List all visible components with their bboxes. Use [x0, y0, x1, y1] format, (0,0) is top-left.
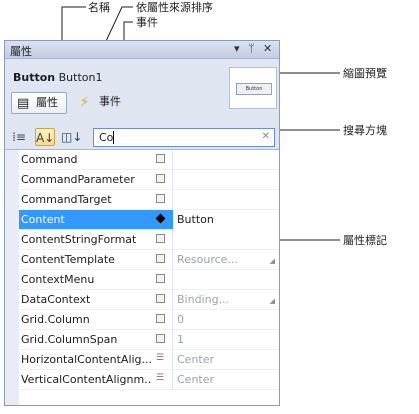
- object-instance-name: Button1: [58, 71, 103, 84]
- callout-search-box: 搜尋方塊: [343, 124, 387, 137]
- property-name: ContextMenu: [21, 273, 95, 286]
- panel-titlebar: 屬性 ▾ ᛘ ✕: [5, 41, 279, 59]
- properties-panel: 屬性 ▾ ᛘ ✕ Button Button1 ▤ 屬性 ⚡ 事件 Button…: [4, 40, 280, 406]
- property-value[interactable]: Center: [177, 373, 214, 386]
- column-separator: [172, 190, 173, 210]
- property-row[interactable]: Command: [19, 150, 279, 170]
- panel-toolbar: ⁞≡ A↓ ◫↓ Co ✕: [5, 126, 279, 150]
- property-name: ContentStringFormat: [21, 233, 137, 246]
- thumbnail-button: Button: [236, 83, 272, 95]
- column-separator: [172, 290, 173, 310]
- close-icon[interactable]: ✕: [263, 42, 272, 55]
- grid-gutter: [5, 150, 19, 405]
- categorize-icon: ⁞≡: [12, 130, 26, 144]
- sort-alphabetical-button[interactable]: A↓: [35, 128, 55, 146]
- property-name: DataContext: [21, 293, 91, 306]
- pin-dropdown-icon[interactable]: ▾: [234, 42, 240, 55]
- property-marker-icon[interactable]: [156, 194, 165, 203]
- callout-name: 名稱: [88, 1, 110, 14]
- property-value[interactable]: Binding...: [177, 293, 229, 306]
- property-name: Grid.ColumnSpan: [21, 333, 118, 346]
- search-input[interactable]: Co ✕: [93, 128, 275, 147]
- categorize-button[interactable]: ⁞≡: [9, 128, 29, 146]
- property-name: CommandTarget: [21, 193, 112, 206]
- column-separator: [172, 310, 173, 330]
- property-marker-icon[interactable]: [156, 154, 165, 163]
- resource-marker-icon[interactable]: ☰: [156, 374, 165, 383]
- column-separator: [172, 150, 173, 170]
- property-name: ContentTemplate: [21, 253, 115, 266]
- property-value[interactable]: 0: [177, 313, 184, 326]
- object-type: Button: [13, 71, 56, 84]
- property-row[interactable]: HorizontalContentAlig... ☰ Center: [19, 350, 279, 370]
- property-row[interactable]: CommandParameter: [19, 170, 279, 190]
- property-grid: Command CommandParameter CommandTarget Cont…: [5, 150, 279, 405]
- property-row[interactable]: Grid.Column 0: [19, 310, 279, 330]
- property-row[interactable]: ContentStringFormat: [19, 230, 279, 250]
- property-marker-icon[interactable]: [156, 334, 165, 343]
- property-name: CommandParameter: [21, 173, 135, 186]
- object-name: Button Button1: [13, 71, 102, 84]
- property-name: Grid.Column: [21, 313, 90, 326]
- property-name: Command: [21, 153, 78, 166]
- text-caret: [113, 131, 114, 144]
- panel-header: Button Button1 ▤ 屬性 ⚡ 事件 Button: [5, 59, 279, 126]
- resource-marker-icon[interactable]: ☰: [156, 354, 165, 363]
- property-value[interactable]: Button: [177, 213, 214, 226]
- thumbnail-preview: Button: [229, 67, 277, 109]
- local-value-marker-icon[interactable]: [155, 213, 166, 224]
- callout-thumbnail: 縮圖預覽: [343, 67, 387, 80]
- column-separator: [172, 230, 173, 250]
- tab-events-label: 事件: [99, 95, 121, 108]
- callout-events: 事件: [136, 16, 158, 29]
- property-marker-icon[interactable]: [156, 234, 165, 243]
- property-name: VerticalContentAlignm...: [21, 373, 151, 386]
- property-marker-icon[interactable]: [156, 174, 165, 183]
- property-value[interactable]: Center: [177, 353, 214, 366]
- lightning-icon: ⚡: [80, 95, 90, 110]
- property-name: Content: [21, 213, 65, 226]
- dropdown-arrow-icon[interactable]: ◢: [270, 257, 275, 265]
- pin-icon[interactable]: ᛘ: [248, 42, 255, 55]
- column-separator: [172, 250, 173, 270]
- column-separator: [172, 370, 173, 390]
- search-value: Co: [99, 131, 114, 144]
- dropdown-arrow-icon[interactable]: ◢: [270, 297, 275, 305]
- column-separator: [172, 170, 173, 190]
- tab-properties[interactable]: ▤ 屬性: [11, 92, 67, 114]
- column-separator: [172, 350, 173, 370]
- properties-icon: ▤: [17, 96, 30, 111]
- clear-search-icon[interactable]: ✕: [262, 131, 270, 142]
- property-row[interactable]: VerticalContentAlignm... ☰ Center: [19, 370, 279, 390]
- property-row[interactable]: CommandTarget: [19, 190, 279, 210]
- property-value[interactable]: 1: [177, 333, 184, 346]
- property-marker-icon[interactable]: [156, 254, 165, 263]
- property-row[interactable]: ContextMenu: [19, 270, 279, 290]
- property-row[interactable]: ContentTemplate Resource... ◢: [19, 250, 279, 270]
- property-marker-icon[interactable]: [156, 314, 165, 323]
- property-row[interactable]: Content Button: [19, 210, 279, 230]
- property-row[interactable]: DataContext Binding... ◢: [19, 290, 279, 310]
- tab-properties-label: 屬性: [36, 96, 58, 109]
- property-name: HorizontalContentAlig...: [21, 353, 151, 366]
- panel-title: 屬性: [10, 45, 32, 58]
- property-row[interactable]: Grid.ColumnSpan 1: [19, 330, 279, 350]
- tab-events[interactable]: ⚡ 事件: [75, 92, 129, 114]
- callout-property-marker: 屬性標記: [343, 234, 387, 247]
- property-value[interactable]: Resource...: [177, 253, 238, 266]
- column-separator: [172, 270, 173, 290]
- property-marker-icon[interactable]: [156, 294, 165, 303]
- column-separator: [172, 330, 173, 350]
- sort-by-source-icon: ◫↓: [61, 130, 83, 144]
- sort-az-icon: A↓: [36, 131, 55, 145]
- sort-by-source-button[interactable]: ◫↓: [61, 128, 83, 146]
- property-marker-icon[interactable]: [156, 274, 165, 283]
- callout-sort-by-source: 依屬性來源排序: [136, 1, 213, 14]
